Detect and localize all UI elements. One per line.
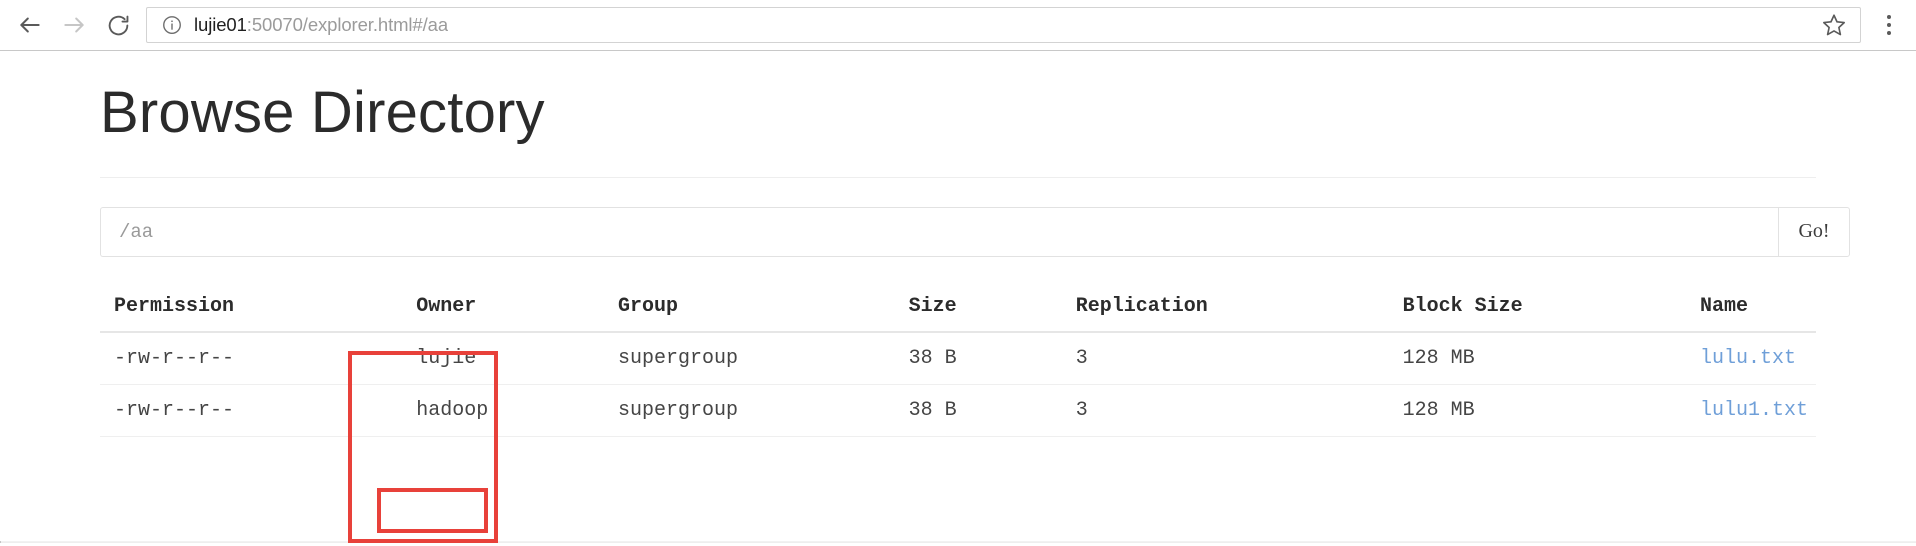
address-bar-path: :50070/explorer.html#/aa — [246, 14, 449, 35]
cell-replication: 3 — [1061, 331, 1389, 385]
page-content: Browse Directory Go! Permission Owner Gr… — [0, 51, 1916, 546]
table-row: -rw-r--r-- lujie supergroup 38 B 3 128 M… — [100, 331, 1816, 385]
cell-group: supergroup — [604, 384, 895, 437]
cell-block-size: 128 MB — [1388, 384, 1686, 437]
column-header-block-size[interactable]: Block Size — [1388, 285, 1686, 333]
menu-dot — [1887, 15, 1891, 19]
column-header-group[interactable]: Group — [604, 285, 895, 333]
forward-arrow-icon — [61, 12, 87, 38]
cell-size: 38 B — [894, 384, 1062, 437]
column-header-name[interactable]: Name — [1685, 285, 1816, 333]
cell-owner: lujie — [402, 331, 605, 385]
cell-permission: -rw-r--r-- — [100, 384, 403, 437]
table-header-row: Permission Owner Group Size Replication … — [100, 285, 1816, 333]
footer-divider — [0, 541, 1916, 543]
cell-name: lulu.txt — [1685, 331, 1816, 385]
column-header-owner[interactable]: Owner — [402, 285, 605, 333]
back-button[interactable] — [8, 3, 52, 47]
file-link[interactable]: lulu1.txt — [1700, 399, 1808, 422]
back-arrow-icon — [17, 12, 43, 38]
menu-dot — [1887, 31, 1891, 35]
title-divider — [100, 176, 1816, 178]
address-bar-text: lujie01:50070/explorer.html#/aa — [194, 14, 448, 36]
address-bar-host: lujie01 — [194, 14, 247, 35]
go-button[interactable]: Go! — [1778, 206, 1850, 257]
path-input-group: Go! — [100, 206, 1850, 257]
column-header-permission[interactable]: Permission — [100, 285, 403, 333]
cell-replication: 3 — [1061, 384, 1389, 437]
column-header-size[interactable]: Size — [894, 285, 1062, 333]
file-link[interactable]: lulu.txt — [1700, 347, 1796, 370]
column-header-replication[interactable]: Replication — [1061, 285, 1389, 333]
address-bar[interactable]: lujie01:50070/explorer.html#/aa — [146, 7, 1861, 43]
annotation-box-owner-hadoop — [377, 488, 488, 533]
table-row: -rw-r--r-- hadoop supergroup 38 B 3 128 … — [100, 384, 1816, 437]
reload-button[interactable] — [96, 3, 140, 47]
menu-dot — [1887, 23, 1891, 27]
cell-name: lulu1.txt — [1685, 384, 1816, 437]
forward-button[interactable] — [52, 3, 96, 47]
cell-permission: -rw-r--r-- — [100, 331, 403, 385]
cell-size: 38 B — [894, 331, 1062, 385]
cell-block-size: 128 MB — [1388, 331, 1686, 385]
cell-group: supergroup — [604, 331, 895, 385]
content-container: Browse Directory Go! Permission Owner Gr… — [100, 51, 1850, 437]
bookmark-star-icon[interactable] — [1821, 12, 1847, 38]
cell-owner: hadoop — [402, 384, 605, 437]
page-title: Browse Directory — [100, 80, 545, 145]
three-dot-menu-icon[interactable] — [1871, 7, 1907, 43]
reload-icon — [106, 13, 131, 38]
directory-table: Permission Owner Group Size Replication … — [100, 285, 1816, 437]
info-circle-icon[interactable] — [161, 14, 183, 36]
path-input[interactable] — [100, 206, 1778, 257]
browser-toolbar: lujie01:50070/explorer.html#/aa — [0, 0, 1916, 51]
